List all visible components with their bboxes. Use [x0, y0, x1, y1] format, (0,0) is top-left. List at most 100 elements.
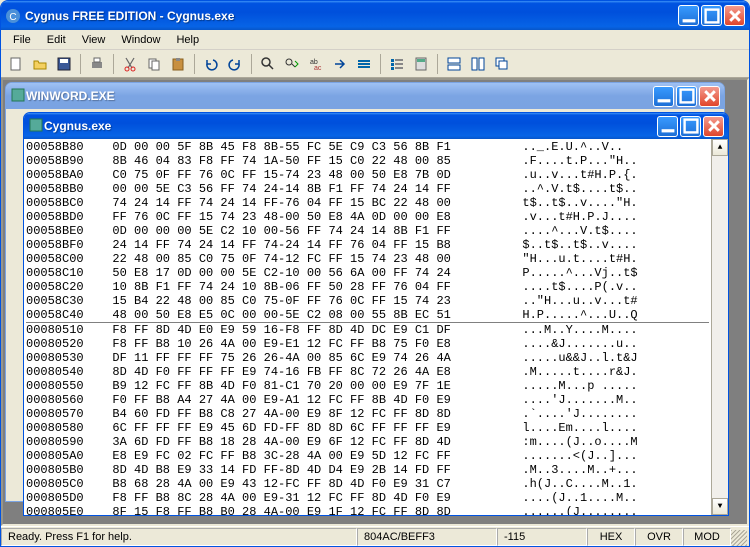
hex-ascii[interactable]: ...M..Y....M....	[508, 323, 709, 337]
menu-edit[interactable]: Edit	[39, 32, 74, 48]
hex-ascii[interactable]: .._.E.U.^..V..	[508, 140, 709, 154]
copy-icon[interactable]	[143, 53, 165, 75]
hex-row[interactable]: 000805B0 8D 4D B8 E9 33 14 FD FF-8D 4D D…	[26, 463, 709, 477]
hex-row[interactable]: 00058BE0 0D 00 00 00 5E C2 10 00-56 FF 7…	[26, 224, 709, 238]
cascade-icon[interactable]	[491, 53, 513, 75]
undo-icon[interactable]	[200, 53, 222, 75]
hex-bytes[interactable]: B9 12 FC FF 8B 4D F0 81-C1 70 20 00 00 E…	[98, 379, 508, 393]
hex-bytes[interactable]: 48 00 50 E8 E5 0C 00 00-5E C2 08 00 55 8…	[98, 308, 508, 322]
replace-icon[interactable]: abac	[305, 53, 327, 75]
hex-bytes[interactable]: 8D 4D F0 FF FF FF E9 74-16 FB FF 8C 72 2…	[98, 365, 508, 379]
hex-row[interactable]: 000805D0 F8 FF B8 8C 28 4A 00 E9-31 12 F…	[26, 491, 709, 505]
menu-file[interactable]: File	[5, 32, 39, 48]
child-titlebar-winword[interactable]: WINWORD.EXE	[6, 83, 724, 109]
hex-row[interactable]: 00058BB0 00 00 5E C3 56 FF 74 24-14 8B F…	[26, 182, 709, 196]
scroll-track[interactable]	[712, 156, 728, 498]
hex-ascii[interactable]: .u..v...t#H.P.{.	[508, 168, 709, 182]
hex-row[interactable]: 00058C30 15 B4 22 48 00 85 C0 75-0F FF 7…	[26, 294, 709, 308]
hex-bytes[interactable]: E8 E9 FC 02 FC FF B8 3C-28 4A 00 E9 5D 1…	[98, 449, 508, 463]
hex-bytes[interactable]: B4 60 FD FF B8 C8 27 4A-00 E9 8F 12 FC F…	[98, 407, 508, 421]
hex-ascii[interactable]: ....(J..1....M..	[508, 491, 709, 505]
child-minimize-button[interactable]	[657, 116, 678, 137]
hex-row[interactable]: 00058BC0 74 24 14 FF 74 24 14 FF-76 04 F…	[26, 196, 709, 210]
hex-bytes[interactable]: 6C FF FF FF E9 45 6D FD-FF 8D 8D 6C FF F…	[98, 421, 508, 435]
hex-row[interactable]: 00058C20 10 8B F1 FF 74 24 10 8B-06 FF 5…	[26, 280, 709, 294]
status-hex[interactable]: HEX	[587, 528, 635, 546]
hex-bytes[interactable]: 10 8B F1 FF 74 24 10 8B-06 FF 50 28 FF 7…	[98, 280, 508, 294]
hex-ascii[interactable]: ....&J.......u..	[508, 337, 709, 351]
hex-bytes[interactable]: F0 FF B8 A4 27 4A 00 E9-A1 12 FC FF 8B 4…	[98, 393, 508, 407]
bookmark-icon[interactable]	[353, 53, 375, 75]
hex-bytes[interactable]: 0D 00 00 00 5E C2 10 00-56 FF 74 24 14 8…	[98, 224, 508, 238]
hex-bytes[interactable]: 8F 15 F8 FF B8 B0 28 4A-00 E9 1F 12 FC F…	[98, 505, 508, 515]
new-icon[interactable]	[5, 53, 27, 75]
hex-ascii[interactable]: ....^...V.t$....	[508, 224, 709, 238]
hex-bytes[interactable]: F8 FF B8 10 26 4A 00 E9-E1 12 FC FF B8 7…	[98, 337, 508, 351]
hex-bytes[interactable]: 8B 46 04 83 F8 FF 74 1A-50 FF 15 C0 22 4…	[98, 154, 508, 168]
hex-row[interactable]: 00080550 B9 12 FC FF 8B 4D F0 81-C1 70 2…	[26, 379, 709, 393]
hex-ascii[interactable]: .v...t#H.P.J....	[508, 210, 709, 224]
hex-bytes[interactable]: 15 B4 22 48 00 85 C0 75-0F FF 76 0C FF 1…	[98, 294, 508, 308]
hex-ascii[interactable]: ....'J.......M..	[508, 393, 709, 407]
hex-ascii[interactable]: l....Em....l....	[508, 421, 709, 435]
hex-row[interactable]: 000805C0 B8 68 28 4A 00 E9 43 12-FC FF 8…	[26, 477, 709, 491]
hex-bytes[interactable]: 8D 4D B8 E9 33 14 FD FF-8D 4D D4 E9 2B 1…	[98, 463, 508, 477]
hex-ascii[interactable]: H.P.....^...U..Q	[508, 308, 709, 322]
hex-bytes[interactable]: 24 14 FF 74 24 14 FF 74-24 14 FF 76 04 F…	[98, 238, 508, 252]
hex-bytes[interactable]: FF 76 0C FF 15 74 23 48-00 50 E8 4A 0D 0…	[98, 210, 508, 224]
hex-bytes[interactable]: 0D 00 00 5F 8B 45 F8 8B-55 FC 5E C9 C3 5…	[98, 140, 508, 154]
hex-row[interactable]: 00080540 8D 4D F0 FF FF FF E9 74-16 FB F…	[26, 365, 709, 379]
hex-ascii[interactable]: :m....(J..o....M	[508, 435, 709, 449]
hex-ascii[interactable]: ....t$....P(.v..	[508, 280, 709, 294]
calc-icon[interactable]	[410, 53, 432, 75]
hex-bytes[interactable]: F8 FF 8D 4D E0 E9 59 16-F8 FF 8D 4D DC E…	[98, 323, 508, 337]
hex-row[interactable]: 00080580 6C FF FF FF E9 45 6D FD-FF 8D 8…	[26, 421, 709, 435]
hex-ascii[interactable]: P.....^...Vj..t$	[508, 266, 709, 280]
hex-view[interactable]: 00058B80 0D 00 00 5F 8B 45 F8 8B-55 FC 5…	[24, 139, 728, 515]
hex-row[interactable]: 00080530 DF 11 FF FF FF 75 26 26-4A 00 8…	[26, 351, 709, 365]
hex-ascii[interactable]: .M.....t....r&J.	[508, 365, 709, 379]
find-icon[interactable]	[257, 53, 279, 75]
child-titlebar-cygnus[interactable]: Cygnus.exe	[24, 113, 728, 139]
hex-row[interactable]: 00080560 F0 FF B8 A4 27 4A 00 E9-A1 12 F…	[26, 393, 709, 407]
hex-ascii[interactable]: .....u&&J..l.t&J	[508, 351, 709, 365]
hex-row[interactable]: 00080570 B4 60 FD FF B8 C8 27 4A-00 E9 8…	[26, 407, 709, 421]
tile-vertical-icon[interactable]	[467, 53, 489, 75]
open-icon[interactable]	[29, 53, 51, 75]
tile-horizontal-icon[interactable]	[443, 53, 465, 75]
hex-ascii[interactable]: .....M...p .....	[508, 379, 709, 393]
hex-row[interactable]: 00080590 3A 6D FD FF B8 18 28 4A-00 E9 6…	[26, 435, 709, 449]
hex-row[interactable]: 00058C00 22 48 00 85 C0 75 0F 74-12 FC F…	[26, 252, 709, 266]
hex-bytes[interactable]: C0 75 0F FF 76 0C FF 15-74 23 48 00 50 E…	[98, 168, 508, 182]
hex-bytes[interactable]: DF 11 FF FF FF 75 26 26-4A 00 85 6C E9 7…	[98, 351, 508, 365]
hex-row[interactable]: 00058C40 48 00 50 E8 E5 0C 00 00-5E C2 0…	[26, 308, 709, 322]
hex-row[interactable]: 00058C10 50 E8 17 0D 00 00 5E C2-10 00 5…	[26, 266, 709, 280]
main-maximize-button[interactable]	[701, 5, 722, 26]
child-close-button[interactable]	[703, 116, 724, 137]
menu-view[interactable]: View	[74, 32, 114, 48]
hex-bytes[interactable]: 74 24 14 FF 74 24 14 FF-76 04 FF 15 BC 2…	[98, 196, 508, 210]
hex-row[interactable]: 00058BD0 FF 76 0C FF 15 74 23 48-00 50 E…	[26, 210, 709, 224]
hex-bytes[interactable]: F8 FF B8 8C 28 4A 00 E9-31 12 FC FF 8D 4…	[98, 491, 508, 505]
status-ovr[interactable]: OVR	[635, 528, 683, 546]
hex-row[interactable]: 00080510 F8 FF 8D 4D E0 E9 59 16-F8 FF 8…	[26, 323, 709, 337]
child-maximize-button[interactable]	[676, 86, 697, 107]
child-window-cygnus[interactable]: Cygnus.exe 00058B80 0D 00 00 5F 8B 45 F8…	[23, 112, 729, 516]
main-titlebar[interactable]: C Cygnus FREE EDITION - Cygnus.exe	[1, 1, 749, 30]
hex-row[interactable]: 00080520 F8 FF B8 10 26 4A 00 E9-E1 12 F…	[26, 337, 709, 351]
options-icon[interactable]	[386, 53, 408, 75]
main-close-button[interactable]	[724, 5, 745, 26]
child-close-button[interactable]	[699, 86, 720, 107]
hex-row[interactable]: 00058BA0 C0 75 0F FF 76 0C FF 15-74 23 4…	[26, 168, 709, 182]
hex-bytes[interactable]: 00 00 5E C3 56 FF 74 24-14 8B F1 FF 74 2…	[98, 182, 508, 196]
goto-icon[interactable]	[329, 53, 351, 75]
hex-bytes[interactable]: 3A 6D FD FF B8 18 28 4A-00 E9 6F 12 FC F…	[98, 435, 508, 449]
hex-ascii[interactable]: "H...u.t....t#H.	[508, 252, 709, 266]
child-maximize-button[interactable]	[680, 116, 701, 137]
print-icon[interactable]	[86, 53, 108, 75]
hex-row[interactable]: 000805E0 8F 15 F8 FF B8 B0 28 4A-00 E9 1…	[26, 505, 709, 515]
hex-bytes[interactable]: 50 E8 17 0D 00 00 5E C2-10 00 56 6A 00 F…	[98, 266, 508, 280]
hex-row[interactable]: 00058BF0 24 14 FF 74 24 14 FF 74-24 14 F…	[26, 238, 709, 252]
hex-bytes[interactable]: B8 68 28 4A 00 E9 43 12-FC FF 8D 4D F0 E…	[98, 477, 508, 491]
hex-ascii[interactable]: .`....'J........	[508, 407, 709, 421]
